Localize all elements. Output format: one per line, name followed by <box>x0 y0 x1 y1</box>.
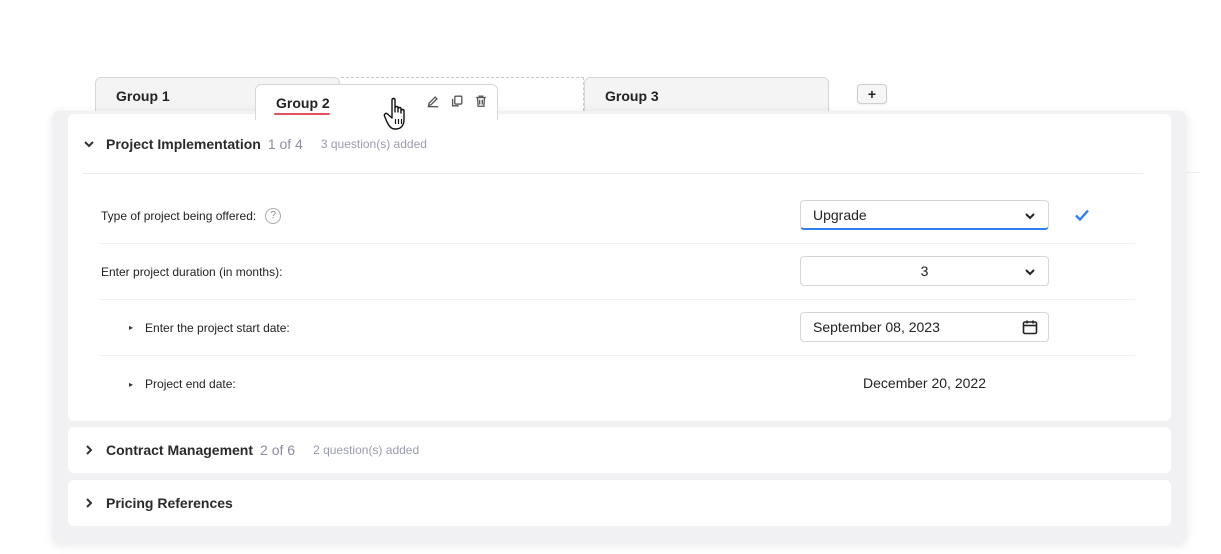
section-contract-management: Contract Management 2 of 6 2 question(s)… <box>68 427 1171 473</box>
question-label: Project end date: <box>145 377 236 391</box>
select-value: Upgrade <box>813 206 867 223</box>
active-tab-indicator <box>274 113 330 115</box>
chevron-down-icon[interactable] <box>82 137 96 151</box>
questions-panel: Project Implementation 1 of 4 3 question… <box>53 111 1186 543</box>
tab-label: Group 2 <box>276 95 330 111</box>
section-added-count: 3 question(s) added <box>320 136 427 151</box>
start-date-input[interactable]: September 08, 2023 <box>800 312 1049 342</box>
tab-label: Group 1 <box>116 88 170 104</box>
section-title: Contract Management <box>106 442 254 458</box>
trash-icon[interactable] <box>473 93 489 109</box>
end-date-value: December 20, 2022 <box>863 375 986 391</box>
question-label: Type of project being offered: <box>101 208 257 223</box>
bullet-icon: ▸ <box>129 379 134 389</box>
section-count: 2 of 6 <box>260 442 296 458</box>
project-type-select[interactable]: Upgrade <box>800 200 1049 230</box>
section-title: Pricing References <box>106 495 233 511</box>
duration-select[interactable]: 3 <box>800 256 1049 286</box>
section-project-implementation: Project Implementation 1 of 4 3 question… <box>68 114 1171 421</box>
bullet-icon: ▸ <box>129 323 134 332</box>
select-value: 3 <box>920 263 929 279</box>
question-label: Enter project duration (in months): <box>101 264 283 279</box>
add-tab-button[interactable]: + <box>857 84 887 104</box>
chevron-down-icon <box>1024 209 1036 221</box>
help-icon[interactable]: ? <box>265 207 282 224</box>
calendar-icon[interactable] <box>1022 319 1038 335</box>
section-added-count: 2 question(s) added <box>313 443 420 457</box>
hand-cursor-icon <box>383 97 405 130</box>
check-icon <box>1073 206 1091 224</box>
section-title: Project Implementation <box>106 135 261 152</box>
chevron-down-icon <box>1024 265 1036 277</box>
tab-group-2[interactable]: Group 2 <box>255 84 498 120</box>
question-label: Enter the project start date: <box>145 320 290 335</box>
chevron-right-icon[interactable] <box>82 443 96 457</box>
section-header[interactable]: Contract Management 2 of 6 2 question(s)… <box>82 427 1143 473</box>
pencil-icon[interactable] <box>425 93 441 109</box>
section-header[interactable]: Pricing References <box>82 480 1143 526</box>
copy-icon[interactable] <box>449 93 465 109</box>
section-pricing-references: Pricing References <box>68 480 1171 526</box>
tab-actions <box>425 93 489 109</box>
section-count: 1 of 4 <box>267 135 303 152</box>
chevron-right-icon[interactable] <box>82 496 96 510</box>
date-value: September 08, 2023 <box>813 319 940 335</box>
section-header[interactable]: Project Implementation 1 of 4 3 question… <box>82 114 1143 174</box>
tab-label: Group 3 <box>605 88 659 104</box>
